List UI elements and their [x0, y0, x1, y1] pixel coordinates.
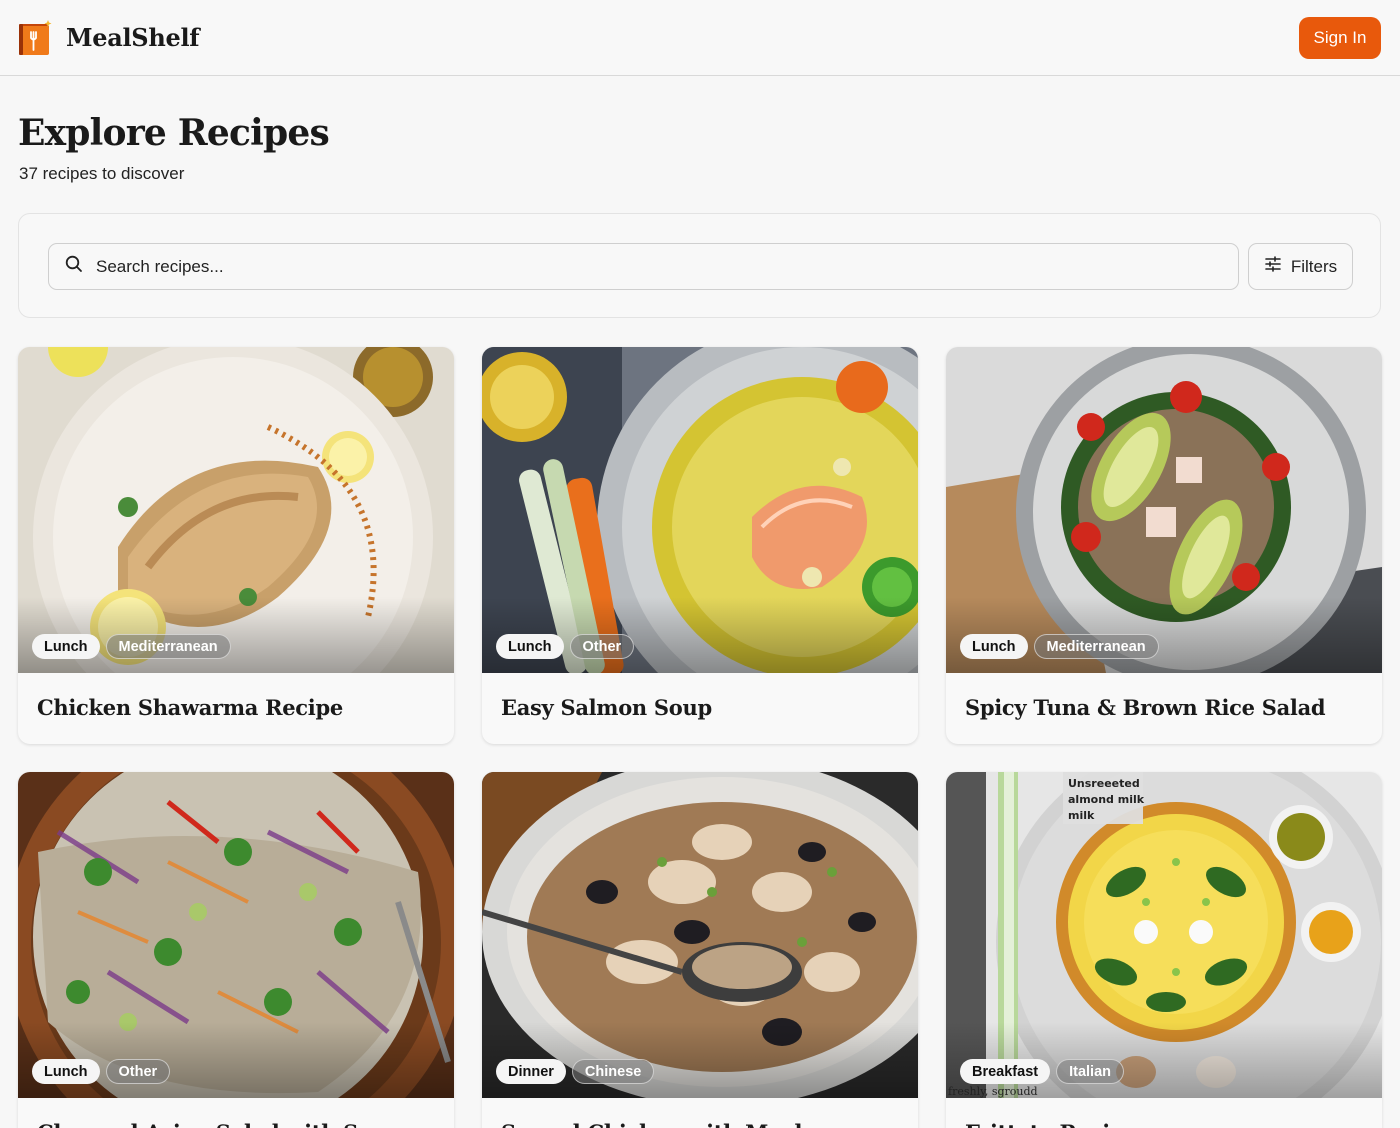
svg-text:milk: milk [1068, 809, 1095, 822]
recipe-image: Unsreeeted almond milk milk freshly, sgr… [946, 772, 1382, 1098]
recipe-title[interactable]: Frittata Recipe [965, 1120, 1138, 1128]
cuisine-tag[interactable]: Mediterranean [105, 634, 231, 659]
meal-tag[interactable]: Lunch [32, 1059, 100, 1084]
svg-text:almond milk: almond milk [1068, 793, 1145, 806]
filters-label: Filters [1290, 256, 1338, 276]
top-navbar: MealShelf Sign In [0, 0, 1400, 76]
brand-name: MealShelf [66, 23, 200, 52]
recipe-image [482, 347, 918, 673]
recipe-card[interactable]: Lunch Mediterranean Spicy Tuna & Brown R… [946, 347, 1382, 744]
filters-button[interactable]: Filters [1248, 243, 1353, 290]
recipe-image [18, 347, 454, 673]
search-box[interactable] [48, 243, 1239, 290]
recipe-title[interactable]: Chicken Shawarma Recipe [37, 695, 343, 720]
recipe-tags: Lunch Mediterranean [960, 634, 1159, 659]
search-panel: Filters [18, 213, 1381, 318]
recipe-card[interactable]: Lunch Other Chopped Asian Salad with Ses… [18, 772, 454, 1128]
recipe-card[interactable]: Lunch Mediterranean Chicken Shawarma Rec… [18, 347, 454, 744]
recipe-card[interactable]: Unsreeeted almond milk milk freshly, sgr… [946, 772, 1382, 1128]
recipe-tags: Lunch Other [496, 634, 635, 659]
cuisine-tag[interactable]: Italian [1056, 1059, 1124, 1084]
recipe-title[interactable]: Chopped Asian Salad with Sesame [37, 1120, 431, 1128]
cuisine-tag[interactable]: Other [105, 1059, 171, 1084]
recipe-tags: Breakfast Italian [960, 1059, 1124, 1084]
recipe-tags: Dinner Chinese [496, 1059, 655, 1084]
meal-tag[interactable]: Lunch [496, 634, 564, 659]
cuisine-tag[interactable]: Chinese [571, 1059, 655, 1084]
recipe-image [482, 772, 918, 1098]
meal-tag[interactable]: Breakfast [960, 1059, 1051, 1084]
meal-tag[interactable]: Dinner [496, 1059, 566, 1084]
brand[interactable]: MealShelf [18, 19, 200, 57]
recipe-title[interactable]: Easy Salmon Soup [501, 695, 712, 720]
recipe-title[interactable]: Seared Chicken with Mushrooms [501, 1120, 881, 1128]
svg-text:Unsreeeted: Unsreeeted [1068, 777, 1140, 790]
recipe-image [946, 347, 1382, 673]
svg-text:freshly, sgroudd: freshly, sgroudd [948, 1085, 1038, 1098]
meal-tag[interactable]: Lunch [960, 634, 1028, 659]
search-input[interactable] [96, 256, 1196, 277]
recipe-card[interactable]: Lunch Other Easy Salmon Soup [482, 347, 918, 744]
recipe-tags: Lunch Other [32, 1059, 171, 1084]
recipe-card[interactable]: Dinner Chinese Seared Chicken with Mushr… [482, 772, 918, 1128]
meal-tag[interactable]: Lunch [32, 634, 100, 659]
search-icon [65, 255, 83, 278]
page-title: Explore Recipes [18, 112, 330, 154]
cuisine-tag[interactable]: Other [569, 634, 635, 659]
cuisine-tag[interactable]: Mediterranean [1033, 634, 1159, 659]
sliders-icon [1264, 255, 1282, 278]
recipe-book-logo-icon [18, 19, 54, 57]
recipe-image [18, 772, 454, 1098]
recipe-tags: Lunch Mediterranean [32, 634, 231, 659]
recipe-title[interactable]: Spicy Tuna & Brown Rice Salad [965, 695, 1326, 720]
sign-in-button[interactable]: Sign In [1299, 16, 1381, 59]
recipe-count: 37 recipes to discover [19, 164, 185, 183]
